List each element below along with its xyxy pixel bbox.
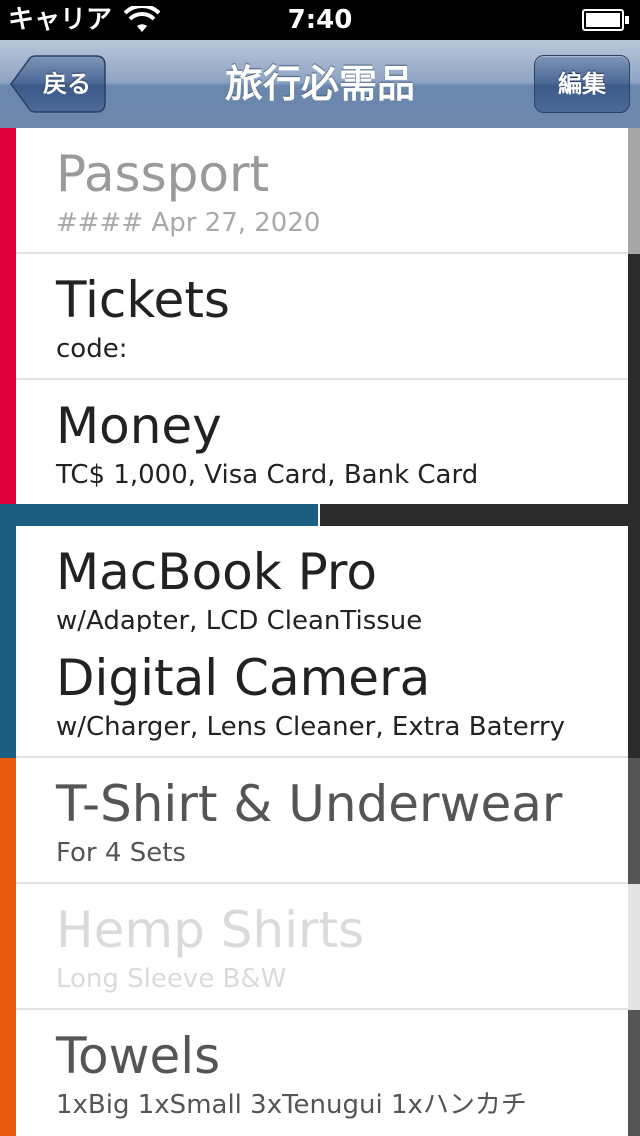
item-subtitle: 1xBig 1xSmall 3xTenugui 1xハンカチ [56, 1090, 527, 1120]
edit-button[interactable]: 編集 [534, 55, 630, 113]
status-indicator [628, 254, 640, 380]
item-title: Towels [56, 1027, 221, 1085]
status-bar: キャリア 7:40 [0, 0, 640, 40]
item-title: T-Shirt & Underwear [56, 775, 563, 833]
clock: 7:40 [287, 5, 353, 35]
status-indicator [628, 128, 640, 254]
battery-icon [582, 9, 629, 31]
navigation-bar: 戻る 旅行必需品 編集 [0, 40, 640, 129]
list-item[interactable]: Hemp Shirts Long Sleeve B&W [0, 884, 640, 1010]
item-title: MacBook Pro [56, 543, 377, 601]
item-subtitle: #### Apr 27, 2020 [56, 208, 321, 238]
item-title: Digital Camera [56, 649, 431, 707]
list-item[interactable]: Money TC$ 1,000, Visa Card, Bank Card [0, 380, 640, 506]
status-indicator [628, 632, 640, 758]
item-title: Passport [56, 145, 270, 203]
category-color-bar [0, 884, 16, 1010]
section-progress-bar [0, 504, 640, 526]
list-item[interactable]: Passport #### Apr 27, 2020 [0, 128, 640, 254]
category-color-bar [0, 1010, 16, 1136]
list-item[interactable]: Digital Camera w/Charger, Lens Cleaner, … [0, 632, 640, 758]
list-item[interactable]: Tickets code: [0, 254, 640, 380]
category-color-bar [0, 632, 16, 758]
item-title: Tickets [56, 271, 230, 329]
item-subtitle: TC$ 1,000, Visa Card, Bank Card [56, 460, 479, 490]
item-subtitle: code: [56, 334, 128, 364]
category-color-bar [0, 128, 16, 254]
status-indicator [628, 380, 640, 506]
item-subtitle: For 4 Sets [56, 838, 186, 868]
status-indicator [628, 1010, 640, 1136]
progress-fill [0, 504, 318, 526]
category-color-bar [0, 758, 16, 884]
list-item[interactable]: Towels 1xBig 1xSmall 3xTenugui 1xハンカチ [0, 1010, 640, 1136]
list-item[interactable]: T-Shirt & Underwear For 4 Sets [0, 758, 640, 884]
category-color-bar [0, 380, 16, 506]
category-color-bar [0, 254, 16, 380]
item-title: Hemp Shirts [56, 901, 365, 959]
item-subtitle: w/Charger, Lens Cleaner, Extra Baterry [56, 712, 566, 742]
status-indicator [628, 884, 640, 1010]
item-subtitle: Long Sleeve B&W [56, 964, 287, 994]
progress-remaining [320, 504, 640, 526]
item-title: Money [56, 397, 222, 455]
status-indicator [628, 758, 640, 884]
